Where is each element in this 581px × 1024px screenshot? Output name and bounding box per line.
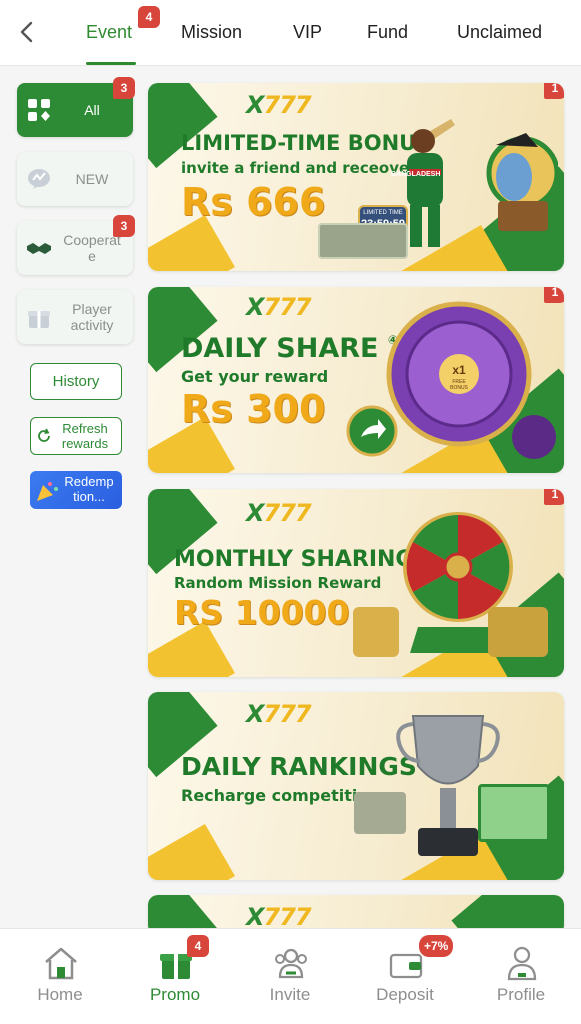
tab-event[interactable]: Event — [86, 22, 132, 43]
banner-title: MONTHLY SHARING — [174, 547, 414, 572]
banner-badge: 1 — [544, 489, 564, 505]
banner-amount: RS 10000 — [174, 593, 350, 632]
sidebar-item-player-activity[interactable]: Player activity — [17, 290, 133, 344]
nav-label: Invite — [269, 985, 311, 1004]
redemption-button[interactable]: Redemp tion... — [30, 471, 122, 509]
chat-trend-icon — [28, 169, 50, 189]
tab-mission[interactable]: Mission — [181, 22, 242, 43]
banner-amount: Rs 666 — [181, 180, 326, 224]
refresh-rewards-label: Refresh rewards — [61, 421, 109, 451]
promo-banner-daily-share[interactable]: X777 DAILY SHARE ④ Get your reward Rs 30… — [148, 287, 564, 473]
banner-title: DAILY SHARE ④ — [181, 333, 399, 364]
coin-stack-image — [353, 607, 399, 657]
sidebar-item-label: NEW — [75, 171, 109, 187]
refresh-icon — [38, 428, 50, 442]
wheel-center-label: x1 — [452, 363, 466, 377]
nav-invite[interactable]: Invite — [232, 929, 348, 1024]
wheel-center-sublabel: FREE BONUS — [450, 379, 468, 391]
home-icon — [45, 947, 77, 980]
nav-deposit-badge: +7% — [419, 935, 454, 957]
redemption-label: Redemp tion... — [64, 474, 114, 504]
sidebar-cooperate-badge: 3 — [113, 215, 135, 237]
x777-logo: X777 — [246, 903, 312, 931]
confetti-icon — [37, 482, 58, 501]
sidebar-item-cooperate[interactable]: Cooperat e 3 — [17, 215, 135, 275]
banner-title: DAILY RANKINGS — [181, 752, 417, 781]
promo-banner-daily-rankings[interactable]: X777 DAILY RANKINGS Recharge competition — [148, 692, 564, 880]
grid-icon — [28, 99, 50, 121]
nav-label: Deposit — [376, 985, 434, 1004]
nav-home[interactable]: Home — [2, 929, 118, 1024]
promo-banner-limited-bonus[interactable]: X777 LIMITED-TIME BONUS invite a friend … — [148, 83, 564, 271]
tab-fund[interactable]: Fund — [367, 22, 408, 43]
x777-logo: X777 — [246, 91, 312, 119]
bottom-navigation: Home 4 Promo Invite +7% Deposit Profile — [0, 928, 581, 1024]
cash-stack-image — [318, 223, 408, 259]
gift-box-image — [478, 784, 550, 842]
banner-amount: Rs 300 — [181, 387, 326, 431]
nav-promo[interactable]: 4 Promo — [117, 929, 233, 1024]
sidebar-item-label: Player activity — [70, 301, 114, 333]
nav-label: Profile — [496, 985, 546, 1004]
top-tab-bar: Event 4 Mission VIP Fund Unclaimed — [0, 0, 581, 66]
refresh-rewards-button[interactable]: Refresh rewards — [30, 417, 122, 455]
profile-icon — [507, 946, 537, 981]
coin-bag-image — [512, 415, 556, 459]
nav-promo-badge: 4 — [187, 935, 209, 957]
banner-subtitle: Random Mission Reward — [174, 574, 382, 592]
nav-label: Promo — [149, 985, 201, 1004]
banner-subtitle: Get your reward — [181, 367, 329, 386]
nav-label: Home — [37, 985, 83, 1004]
nav-profile[interactable]: Profile — [463, 929, 579, 1024]
banner-subtitle: Recharge competition — [181, 786, 380, 805]
banner-badge: 1 — [544, 83, 564, 99]
jersey-text: BANGLADESH — [391, 171, 441, 178]
invite-icon — [275, 948, 307, 979]
sidebar-all-badge: 3 — [113, 77, 135, 99]
tab-event-badge: 4 — [138, 6, 160, 28]
cash-stack-image — [354, 792, 406, 834]
nav-deposit[interactable]: +7% Deposit — [347, 929, 463, 1024]
back-arrow-icon[interactable] — [14, 18, 40, 46]
x777-logo: X777 — [246, 700, 312, 728]
handshake-icon — [27, 243, 51, 254]
banner-badge: 1 — [544, 287, 564, 303]
tab-unclaimed[interactable]: Unclaimed — [457, 22, 542, 43]
x777-logo: X777 — [246, 293, 312, 321]
history-button[interactable]: History — [30, 363, 122, 400]
x777-logo: X777 — [246, 499, 312, 527]
active-tab-indicator — [86, 62, 136, 65]
shark-mascot-icon — [486, 133, 558, 231]
banner-subtitle: invite a friend and receove — [181, 159, 410, 177]
tab-vip[interactable]: VIP — [293, 22, 322, 43]
arrow-button-icon — [346, 405, 398, 457]
promo-banner-monthly-sharing[interactable]: X777 MONTHLY SHARING Random Mission Rewa… — [148, 489, 564, 677]
sidebar-item-new[interactable]: NEW — [17, 152, 133, 206]
coin-stack-image — [488, 607, 548, 657]
sidebar-item-all[interactable]: All 3 — [17, 77, 135, 137]
gift-box-icon — [28, 311, 50, 328]
